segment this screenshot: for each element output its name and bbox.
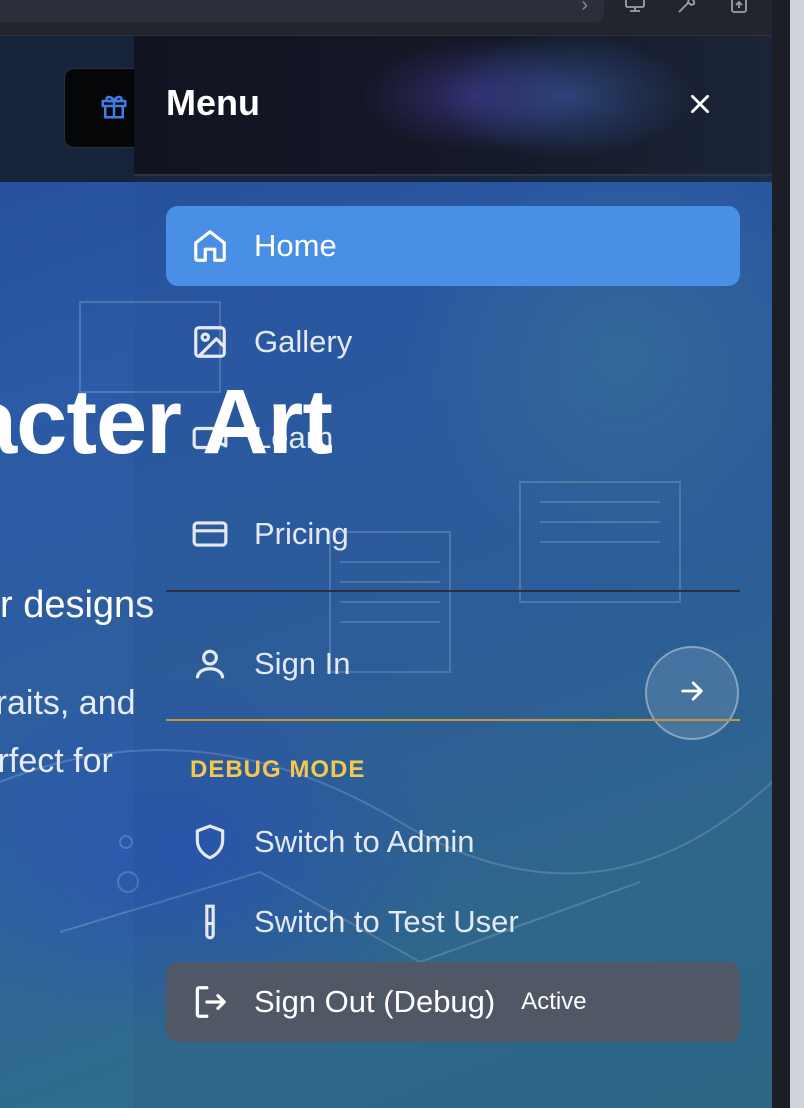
monitor-icon[interactable] [622,0,648,16]
nav-item-label: Pricing [254,516,349,551]
debug-divider [166,719,740,721]
wrench-icon[interactable] [674,0,700,16]
share-icon[interactable] [726,0,752,16]
switch-to-admin-item[interactable]: Switch to Admin [166,802,740,882]
shield-icon [190,822,230,862]
arrow-right-icon [678,677,706,710]
window-edge [772,0,804,1108]
nav-item-label: Sign In [254,646,351,681]
hero-title: acter Art [0,371,333,473]
close-menu-button[interactable] [680,86,720,126]
next-arrow-button[interactable] [645,646,739,740]
debug-mode-heading: DEBUG MODE [190,756,366,783]
nav-item-home[interactable]: Home [166,206,740,286]
chevron-right-icon: › [581,0,588,16]
status-badge: Active [521,988,587,1015]
nav-item-pricing[interactable]: Pricing [166,494,740,574]
menu-divider [166,590,740,592]
address-bar[interactable]: › [0,0,604,22]
close-icon [687,91,713,122]
menu-header: Menu [134,36,772,176]
nav-item-label: Sign Out (Debug) [254,984,496,1019]
nav-item-label: Gallery [254,324,353,359]
user-icon [190,644,230,684]
switch-to-test-user-item[interactable]: Switch to Test User [166,882,740,962]
nav-item-label: Switch to Test User [254,904,519,939]
hero-subtitle: r designs [0,584,155,626]
browser-toolbar: › [0,0,772,36]
image-icon [190,322,230,362]
credit-card-icon [190,514,230,554]
test-tube-icon [190,902,230,942]
nav-item-label: Switch to Admin [254,824,475,859]
home-icon [190,226,230,266]
menu-title: Menu [166,82,260,123]
log-out-icon [190,982,230,1022]
gift-icon [99,91,129,126]
sign-out-debug-item[interactable]: Sign Out (Debug) Active [166,962,740,1042]
nav-item-label: Home [254,228,337,263]
